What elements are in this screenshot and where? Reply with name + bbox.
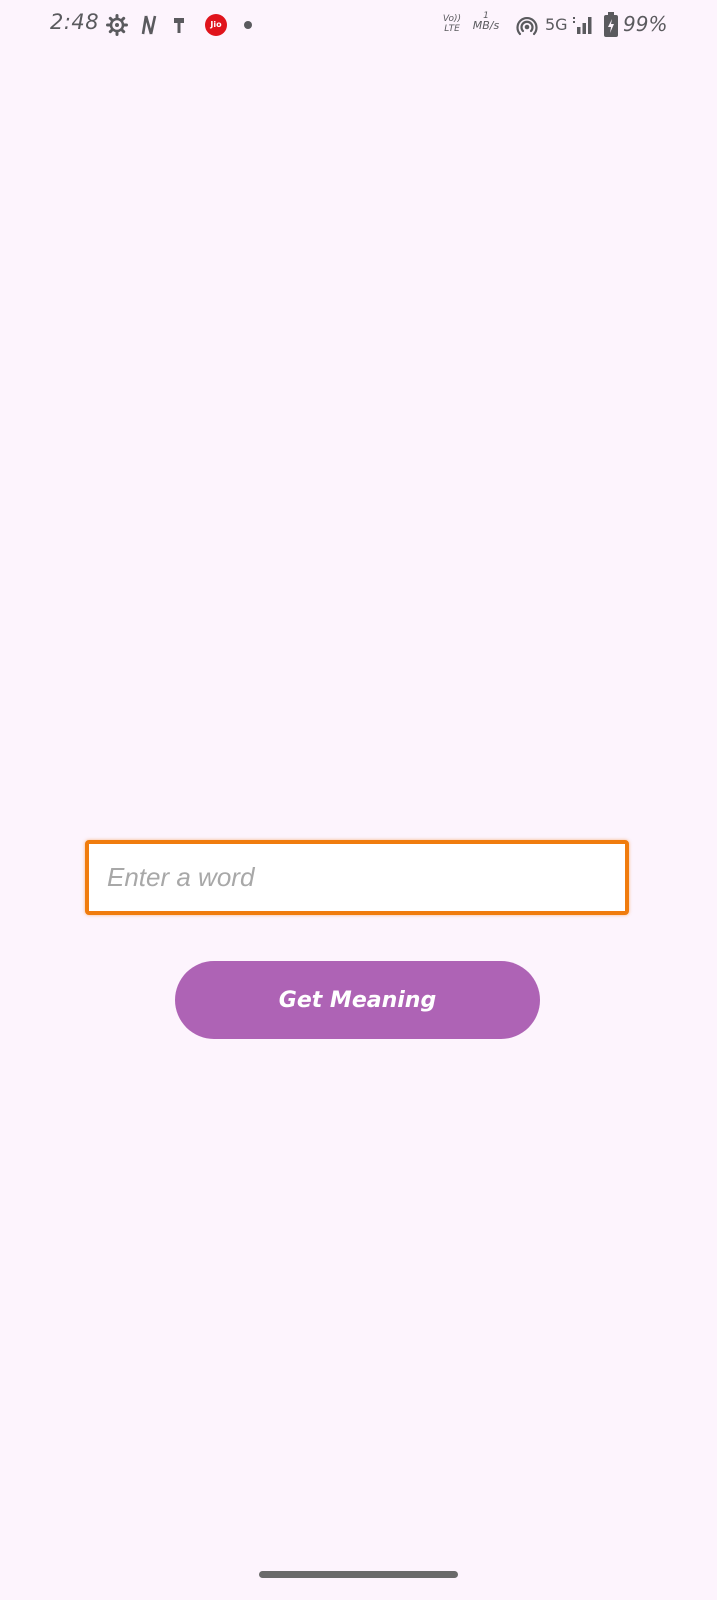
data-speed: 1 MB/s (470, 11, 502, 31)
volte-indicator: Vo)) LTE (441, 14, 463, 34)
netflix-n-icon (141, 15, 157, 35)
lte-label: LTE (444, 24, 460, 34)
settings-gear-icon (106, 14, 128, 36)
usb-icon (174, 18, 184, 33)
volte-label: Vo)) (442, 14, 462, 24)
status-bar: 2:48 Jio Vo)) LTE 1 MB/s 5G 99% (0, 0, 717, 52)
jio-icon: Jio (205, 14, 227, 36)
word-input[interactable] (85, 840, 629, 915)
battery-charging-icon (604, 12, 618, 37)
status-time: 2:48 (50, 10, 100, 34)
signal-icon (573, 17, 592, 34)
hotspot-icon (516, 16, 538, 36)
get-meaning-button[interactable]: Get Meaning (175, 961, 540, 1039)
battery-percent: 99% (623, 12, 668, 36)
network-type-label: 5G (545, 15, 568, 34)
speed-unit: MB/s (472, 19, 500, 32)
gesture-navigation-handle[interactable] (259, 1571, 458, 1578)
notification-dot-icon (244, 21, 252, 29)
